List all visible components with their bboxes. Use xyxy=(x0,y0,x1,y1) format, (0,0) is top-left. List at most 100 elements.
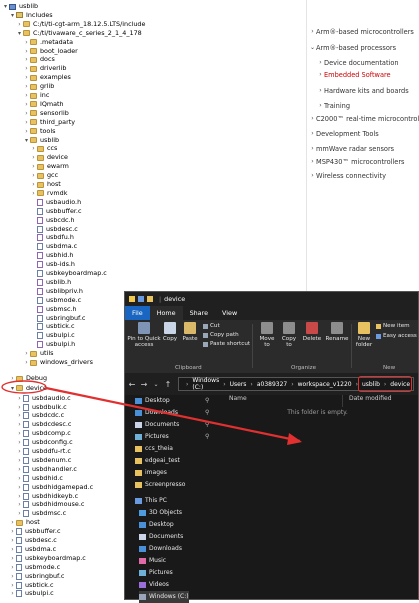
tree-file-item[interactable]: usbulpi.c xyxy=(30,331,75,340)
expand-chevron-icon[interactable]: ▾ xyxy=(23,136,30,145)
move-to-button[interactable]: Move to xyxy=(257,322,277,348)
expand-chevron-icon[interactable]: › xyxy=(317,100,324,112)
tree-file-item[interactable]: usbmsc.h xyxy=(30,305,77,314)
expand-chevron-icon[interactable]: › xyxy=(309,143,316,155)
new-folder-button[interactable]: New folder xyxy=(354,322,374,348)
tree-file-item[interactable]: usbdesc.c xyxy=(30,225,78,234)
expand-chevron-icon[interactable]: › xyxy=(16,394,23,403)
properties-icon[interactable] xyxy=(138,296,144,302)
tree-file-item[interactable]: usbbuffer.c xyxy=(30,207,81,216)
expand-chevron-icon[interactable]: › xyxy=(16,411,23,420)
resource-item[interactable]: ⌄ Arm®-based processors xyxy=(309,42,396,54)
expand-chevron-icon[interactable]: › xyxy=(16,509,23,518)
tree-file-item[interactable]: › usbmode.c xyxy=(9,563,60,572)
expand-chevron-icon[interactable]: › xyxy=(309,113,316,125)
paste-button[interactable]: Paste xyxy=(181,322,199,342)
tree-file-item[interactable]: › usbdcdesc.c xyxy=(16,420,71,429)
tree-file-item[interactable]: › usbdhandler.c xyxy=(16,465,77,474)
expand-chevron-icon[interactable]: › xyxy=(9,581,16,590)
pin-quick-access-button[interactable]: Pin to Quick access xyxy=(127,322,161,348)
expand-chevron-icon[interactable]: › xyxy=(16,403,23,412)
tree-folder-item[interactable]: › gcc xyxy=(30,171,58,180)
expand-chevron-icon[interactable]: › xyxy=(23,91,30,100)
paste-shortcut-button[interactable]: Paste shortcut xyxy=(203,341,250,347)
tree-file-item[interactable]: › usbdhidgamepad.c xyxy=(16,483,93,492)
tree-file-item[interactable]: ▾ usblib xyxy=(2,2,38,11)
tree-folder-item[interactable]: ▾ usblib xyxy=(23,136,59,145)
column-divider[interactable] xyxy=(342,395,343,407)
nav-item[interactable]: Music xyxy=(139,555,166,567)
expand-chevron-icon[interactable]: › xyxy=(23,127,30,136)
expand-chevron-icon[interactable]: › xyxy=(30,171,37,180)
expand-chevron-icon[interactable]: › xyxy=(16,438,23,447)
expand-chevron-icon[interactable]: › xyxy=(16,447,23,456)
expand-chevron-icon[interactable]: › xyxy=(30,180,37,189)
expand-chevron-icon[interactable]: › xyxy=(9,518,16,527)
expand-chevron-icon[interactable]: › xyxy=(23,100,30,109)
tree-folder-item[interactable]: › ccs xyxy=(30,144,57,153)
expand-chevron-icon[interactable]: › xyxy=(23,73,30,82)
expand-chevron-icon[interactable]: › xyxy=(30,189,37,198)
nav-item[interactable]: Screenpresso xyxy=(135,479,185,491)
tree-folder-item[interactable]: › boot_loader xyxy=(23,47,78,56)
tree-file-item[interactable]: › usbdhidkeyb.c xyxy=(16,492,78,501)
tree-file-item[interactable]: › usbdaudio.c xyxy=(16,394,71,403)
tree-file-item[interactable]: › usbdcomp.c xyxy=(16,429,71,438)
resource-item[interactable]: › Arm®-based microcontrollers xyxy=(309,26,414,38)
expand-chevron-icon[interactable]: › xyxy=(23,109,30,118)
expand-chevron-icon[interactable]: › xyxy=(23,38,30,47)
column-date-modified[interactable]: Date modified xyxy=(349,395,392,402)
resource-item[interactable]: › mmWave radar sensors xyxy=(309,143,394,155)
tree-folder-item[interactable]: › Debug xyxy=(9,374,47,383)
expand-chevron-icon[interactable]: › xyxy=(23,82,30,91)
pin-icon[interactable]: ⚲ xyxy=(205,395,209,407)
tree-file-item[interactable]: › usbtick.c xyxy=(9,581,53,590)
tree-folder-item[interactable]: › windows_drivers xyxy=(23,358,93,367)
rename-button[interactable]: Rename xyxy=(325,322,349,342)
nav-item[interactable]: Desktop ⚲ xyxy=(135,395,209,407)
expand-chevron-icon[interactable]: › xyxy=(23,55,30,64)
tree-file-item[interactable]: › usbkeyboardmap.c xyxy=(9,554,86,563)
nav-item[interactable]: ccs_theia xyxy=(135,443,173,455)
expand-chevron-icon[interactable]: › xyxy=(317,57,324,69)
tree-file-item[interactable]: usbkeyboardmap.c xyxy=(30,269,107,278)
tree-folder-item[interactable]: › .metadata xyxy=(23,38,73,47)
tree-file-item[interactable]: usbdfu.h xyxy=(30,233,74,242)
expand-chevron-icon[interactable]: ▾ xyxy=(9,11,16,20)
pin-icon[interactable]: ⚲ xyxy=(205,407,209,419)
copy-to-button[interactable]: Copy to xyxy=(279,322,299,348)
breadcrumb-drive[interactable]: Windows (C:) xyxy=(192,377,219,391)
nav-item[interactable]: This PC xyxy=(135,495,167,507)
nav-item[interactable]: Documents ⚲ xyxy=(135,419,209,431)
expand-chevron-icon[interactable]: › xyxy=(9,545,16,554)
tree-file-item[interactable]: › usbringbuf.c xyxy=(9,572,64,581)
tree-folder-item[interactable]: › utils xyxy=(23,349,53,358)
expand-chevron-icon[interactable]: › xyxy=(309,170,316,182)
tree-folder-item[interactable]: › device xyxy=(30,153,68,162)
expand-chevron-icon[interactable]: › xyxy=(23,47,30,56)
tree-folder-item[interactable]: › docs xyxy=(23,55,55,64)
expand-chevron-icon[interactable]: › xyxy=(9,589,16,598)
tree-file-item[interactable]: › usbdhid.c xyxy=(16,474,63,483)
expand-chevron-icon[interactable]: › xyxy=(23,118,30,127)
nav-item[interactable]: Videos xyxy=(139,579,169,591)
tree-file-item[interactable]: ▾ Includes xyxy=(9,11,53,20)
resource-item[interactable]: › Development Tools xyxy=(309,128,378,140)
tree-file-item[interactable]: › usbdmsc.c xyxy=(16,509,66,518)
tree-folder-item[interactable]: › rvmdk xyxy=(30,189,67,198)
expand-chevron-icon[interactable]: ▾ xyxy=(2,2,9,11)
nav-item[interactable]: Pictures ⚲ xyxy=(135,431,209,443)
tree-folder-item[interactable]: ▾ device xyxy=(9,384,47,393)
tree-file-item[interactable]: › usbdconfig.c xyxy=(16,438,73,447)
expand-chevron-icon[interactable]: › xyxy=(30,153,37,162)
expand-chevron-icon[interactable]: › xyxy=(317,85,324,97)
expand-chevron-icon[interactable]: › xyxy=(30,162,37,171)
nav-item[interactable]: images xyxy=(135,467,167,479)
tree-file-item[interactable]: › usbdma.c xyxy=(9,545,56,554)
expand-chevron-icon[interactable]: › xyxy=(9,563,16,572)
tree-folder-item[interactable]: › third_party xyxy=(23,118,75,127)
nav-item[interactable]: 3D Objects xyxy=(139,507,182,519)
breadcrumb-users[interactable]: Users xyxy=(230,381,247,388)
expand-chevron-icon[interactable]: ⌄ xyxy=(309,42,316,54)
easy-access-button[interactable]: Easy access xyxy=(376,333,417,339)
